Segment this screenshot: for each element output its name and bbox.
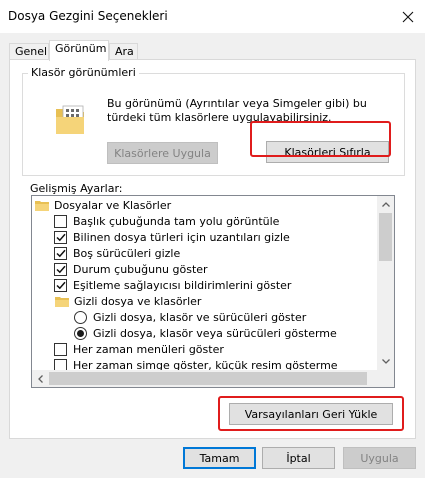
highlight-reset-folders xyxy=(250,121,391,157)
chevron-up-icon xyxy=(381,202,390,207)
view-tab-panel: Klasör görünümleri Bu görünümü (Ayrıntıl… xyxy=(9,59,416,439)
tree-item-show-full-path[interactable]: Başlık çubuğunda tam yolu görüntüle xyxy=(54,213,279,229)
tree-item-show-status-bar[interactable]: Durum çubuğunu göster xyxy=(54,261,208,277)
tree-item-label: Durum çubuğunu göster xyxy=(73,262,208,276)
folder-icon xyxy=(55,297,69,307)
close-icon xyxy=(402,11,414,22)
checkmark-icon xyxy=(55,233,66,241)
vertical-scroll-thumb[interactable] xyxy=(379,213,392,261)
tree-item-label: Gizli dosya, klasör veya sürücüleri göst… xyxy=(93,326,337,340)
apply-label: Uygula xyxy=(360,451,399,465)
tab-label: Genel xyxy=(15,45,48,58)
close-button[interactable] xyxy=(391,0,425,33)
advanced-settings-tree[interactable]: Dosyalar ve Klasörler Başlık çubuğunda t… xyxy=(31,195,395,388)
horizontal-scroll-thumb[interactable] xyxy=(49,372,367,385)
scrollbar-corner xyxy=(377,370,394,387)
tab-search[interactable]: Ara xyxy=(109,43,138,60)
checkbox[interactable] xyxy=(54,278,67,292)
cancel-label: İptal xyxy=(286,451,311,465)
checkmark-icon xyxy=(55,281,66,289)
radio-button[interactable] xyxy=(74,326,87,340)
tree-item-show-hidden[interactable]: Gizli dosya, klasör ve sürücüleri göster xyxy=(74,309,306,325)
checkbox[interactable] xyxy=(54,342,67,356)
tree-item-label: Gizli dosya ve klasörler xyxy=(74,294,202,308)
cancel-button[interactable]: İptal xyxy=(262,447,335,469)
radio-selected-dot xyxy=(77,329,84,337)
checkbox[interactable] xyxy=(54,246,67,260)
checkbox[interactable] xyxy=(54,262,67,276)
tree-item-label: Gizli dosya, klasör ve sürücüleri göster xyxy=(93,310,307,324)
chevron-left-icon xyxy=(38,374,43,383)
horizontal-scrollbar[interactable] xyxy=(32,370,394,387)
window-title: Dosya Gezgini Seçenekleri xyxy=(8,9,168,23)
checkbox[interactable] xyxy=(54,230,67,244)
title-bar: Dosya Gezgini Seçenekleri xyxy=(0,0,425,33)
tree-item-label: Her zaman menüleri göster xyxy=(73,342,224,356)
folder-icon xyxy=(35,201,49,211)
tree-item-label: Başlık çubuğunda tam yolu görüntüle xyxy=(73,214,280,228)
checkmark-icon xyxy=(55,249,66,257)
checkbox[interactable] xyxy=(54,214,67,228)
tree-item-label: Dosyalar ve Klasörler xyxy=(54,198,172,212)
tree-item-hidden-files-folder: Gizli dosya ve klasörler xyxy=(55,293,201,309)
ok-button[interactable]: Tamam xyxy=(183,447,256,469)
advanced-settings-label: Gelişmiş Ayarlar: xyxy=(30,182,123,195)
tree-item-sync-notifications[interactable]: Eşitleme sağlayıcısı bildirimlerini göst… xyxy=(54,277,291,293)
scroll-left-button[interactable] xyxy=(32,370,49,387)
tree-item-hide-extensions[interactable]: Bilinen dosya türleri için uzantıları gi… xyxy=(54,229,290,245)
folder-views-icon xyxy=(56,105,84,134)
apply-to-folders-button[interactable]: Klasörlere Uygula xyxy=(107,142,218,164)
chevron-down-icon xyxy=(381,359,390,364)
highlight-restore-defaults xyxy=(218,396,404,431)
checkmark-icon xyxy=(55,265,66,273)
apply-button[interactable]: Uygula xyxy=(343,447,416,469)
tab-view[interactable]: Görünüm xyxy=(49,40,109,61)
tree-item-hide-empty-drives[interactable]: Boş sürücüleri gizle xyxy=(54,245,180,261)
scroll-up-button[interactable] xyxy=(377,196,394,213)
tree-item-label: Bilinen dosya türleri için uzantıları gi… xyxy=(73,230,290,244)
folder-views-label: Klasör görünümleri xyxy=(28,66,139,79)
tree-item-files-folders: Dosyalar ve Klasörler xyxy=(35,197,171,213)
tab-label: Görünüm xyxy=(55,42,107,55)
tree-item-always-show-menus[interactable]: Her zaman menüleri göster xyxy=(54,341,224,357)
apply-to-folders-label: Klasörlere Uygula xyxy=(114,146,211,160)
scroll-down-button[interactable] xyxy=(377,353,394,370)
ok-label: Tamam xyxy=(199,451,240,465)
radio-button[interactable] xyxy=(74,310,87,324)
vertical-scrollbar[interactable] xyxy=(377,196,394,370)
tab-general[interactable]: Genel xyxy=(9,43,49,60)
tab-label: Ara xyxy=(115,45,134,58)
tree-item-label: Eşitleme sağlayıcısı bildirimlerini göst… xyxy=(73,278,292,292)
tree-item-label: Boş sürücüleri gizle xyxy=(73,246,181,260)
tree-item-dont-show-hidden[interactable]: Gizli dosya, klasör veya sürücüleri göst… xyxy=(74,325,337,341)
